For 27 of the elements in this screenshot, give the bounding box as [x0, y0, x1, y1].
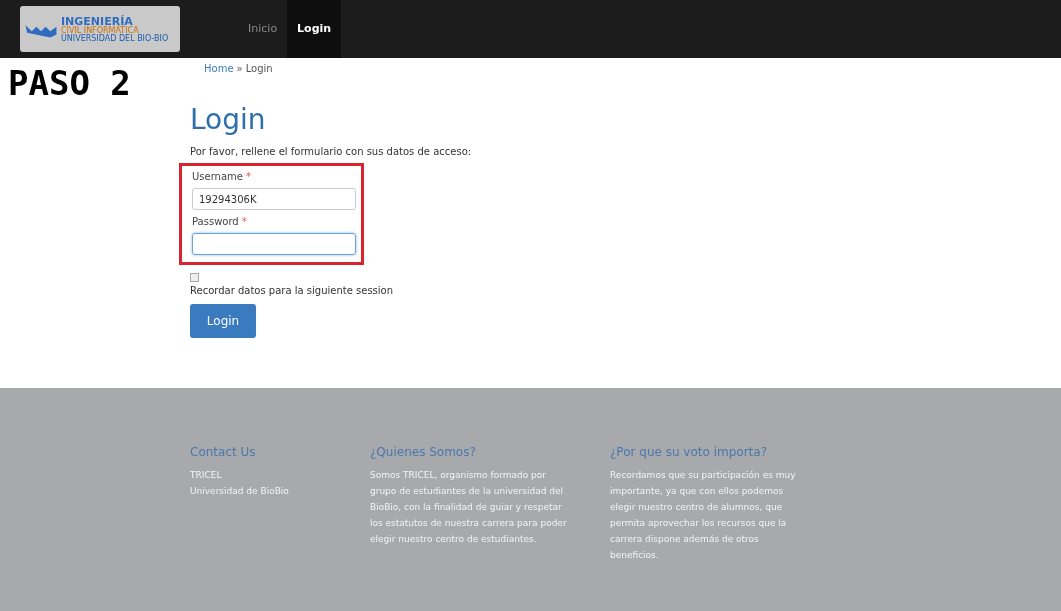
footer-heading: ¿Quienes Somos?	[370, 444, 477, 461]
nav-link[interactable]: Inicio	[238, 0, 288, 58]
footer-text: TRICEL	[190, 469, 223, 482]
footer-text: Somos TRICEL, organismo formado por grupo de estudiantes de la universidad del BioBio, con la finalidad de guiar y respetar los estatutos de nuestra carrera para poder elegir nuestro centro de estudiantes.	[370, 469, 568, 546]
breadcrumb-current: Login	[245, 62, 273, 76]
nav-link[interactable]: Login	[287, 0, 342, 58]
input-field[interactable]: 19294306K	[192, 188, 356, 210]
remember-checkbox[interactable]	[190, 273, 199, 282]
required-mark: *	[246, 170, 251, 184]
field-label: Username	[192, 170, 243, 184]
page-title: Login	[190, 106, 267, 134]
logo-subtitle: CIVIL INFORMÁTICA	[61, 26, 139, 35]
logo-caption: UNIVERSIDAD DEL BIO-BIO	[61, 34, 169, 43]
login-button[interactable]: Login	[190, 304, 256, 338]
footer-text: Universidad de BioBio	[190, 485, 290, 498]
footer-text: Recordamos que su participación es muy importante, ya que con ellos podemos elegir nuestro centro de alumnos, que permita aprovechar los recursos que la carrera dispone además de otros beneficios.	[610, 469, 797, 562]
footer-heading: Contact Us	[190, 444, 257, 461]
remember-label: Recordar datos para la siguiente session	[190, 284, 395, 298]
required-mark: *	[241, 215, 247, 229]
footer-heading: ¿Por que su voto importa?	[610, 444, 768, 461]
logo[interactable]: INGENIERÍA CIVIL INFORMÁTICA UNIVERSIDAD DEL BIO-BIO	[20, 6, 180, 52]
breadcrumb-separator: »	[236, 62, 243, 76]
field-label: Password	[192, 215, 239, 229]
step-label: PASO 2	[8, 63, 131, 103]
input-field[interactable]	[192, 233, 356, 255]
breadcrumb-link[interactable]: Home	[204, 61, 234, 76]
form-intro: Por favor, rellene el formulario con sus datos de acceso:	[190, 145, 472, 159]
